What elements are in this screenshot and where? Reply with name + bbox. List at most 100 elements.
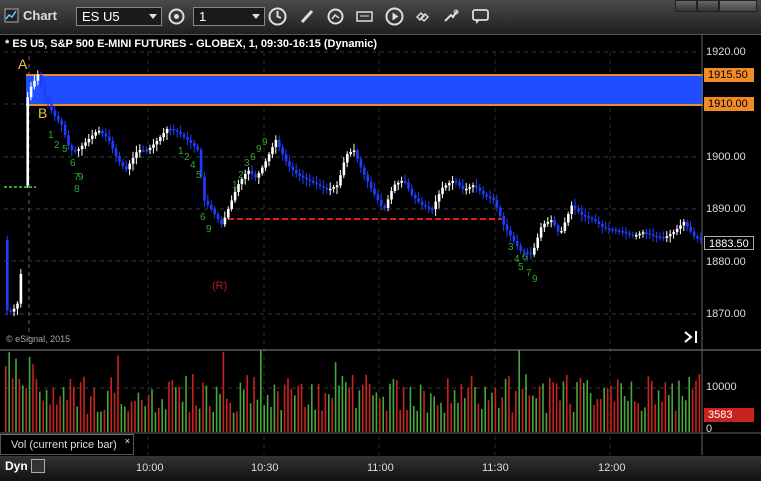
volume-bar [15,358,17,432]
close-icon[interactable]: × [125,436,130,446]
candle-body [437,194,441,202]
candle-body [563,222,567,231]
candle-body [512,235,516,241]
candle-body [454,180,458,183]
candle-body [257,173,261,178]
sequence-count-label: 5 [196,170,202,181]
candle-body [587,216,590,218]
sequence-count-label: 3 [508,242,514,253]
dynamic-mode-label[interactable]: Dyn [5,459,28,473]
candle-body [366,174,369,182]
clock-icon[interactable] [267,6,288,27]
volume-bar [491,392,493,432]
volume-bar [634,401,636,432]
candle-body [682,222,686,226]
volume-study-tab[interactable]: Vol (current price bar) × [0,434,134,455]
candle-body [621,231,624,233]
candle-body [369,181,373,189]
marker-a: A [18,56,28,72]
candle-body [417,198,420,202]
volume-bar [623,395,626,432]
interval-combo[interactable]: 1 [193,7,265,26]
candle-body [135,152,138,158]
candle-body [342,162,346,176]
volume-bar [521,388,524,432]
candle-body [281,147,284,155]
pencil-icon[interactable] [297,6,318,27]
candle-body [448,183,451,186]
volume-bar [498,407,500,432]
settings-icon[interactable] [31,459,45,473]
crosshair-icon[interactable] [441,6,462,27]
refresh-icon[interactable] [166,6,187,27]
sequence-count-label: 1 [232,180,238,191]
copyright-label: © eSignal, 2015 [6,334,71,344]
candle-body [645,232,648,234]
volume-bar [651,380,653,432]
close-button[interactable] [719,0,757,12]
volume-bar [464,398,466,432]
candle-body [363,167,366,175]
candle-body [352,150,356,152]
cursor-icon[interactable] [325,6,346,27]
sequence-count-label: 5 [518,262,524,273]
candle-body [40,75,43,86]
sequence-count-label: 5 [62,144,68,155]
volume-bar [477,403,480,432]
candle-body [407,182,410,189]
candle-body [577,208,580,212]
volume-bar [348,387,350,432]
candle-body [152,144,155,148]
expand-arrow-icon[interactable] [683,330,699,344]
lower-zone-price-box: 1910.00 [704,97,754,111]
volume-bar [266,394,269,432]
candle-body [386,199,390,208]
volume-bar [691,389,694,432]
candle-body [383,205,386,208]
volume-bar [22,385,24,432]
candle-body [451,180,454,184]
volume-bar [334,362,337,432]
candle-body [237,184,240,192]
candle-body [298,173,301,176]
play-icon[interactable] [384,6,405,27]
candle-body [652,234,655,236]
volume-bar [508,376,510,432]
candle-body [475,185,478,188]
candle-body [128,163,131,170]
candle-body [67,135,70,146]
candle-body [6,240,9,311]
volume-bar [385,410,388,432]
volume-axis-label: 0 [706,423,713,435]
candle-body [465,188,468,191]
candle-body [162,133,165,138]
candle-body [125,166,128,170]
link-icon[interactable] [412,6,433,27]
chat-icon[interactable] [470,6,491,27]
volume-bar [365,374,367,432]
symbol-combo[interactable]: ES U5 [76,7,162,26]
volume-bar [661,401,663,432]
volume-bar [304,407,306,432]
volume-bar [603,387,605,432]
candle-body [74,150,77,152]
tools-icon[interactable] [354,6,375,27]
volume-bar [124,406,126,432]
price-chart[interactable]: 12 56798124569123699345679 [0,34,761,481]
candle-body [356,150,359,159]
candle-body [679,225,682,229]
sequence-count-label: 9 [206,224,212,235]
volume-bar [56,404,58,432]
volume-bar [396,379,398,432]
volume-bar [467,387,469,432]
volume-bar [525,374,527,432]
candle-body [203,176,206,201]
volume-bar [212,411,214,432]
volume-bar [695,380,697,432]
volume-bar [610,385,612,432]
volume-bar [555,383,558,432]
maximize-button[interactable] [697,0,719,12]
candle-body [414,195,417,199]
minimize-button[interactable] [675,0,697,12]
candle-body [165,128,169,134]
